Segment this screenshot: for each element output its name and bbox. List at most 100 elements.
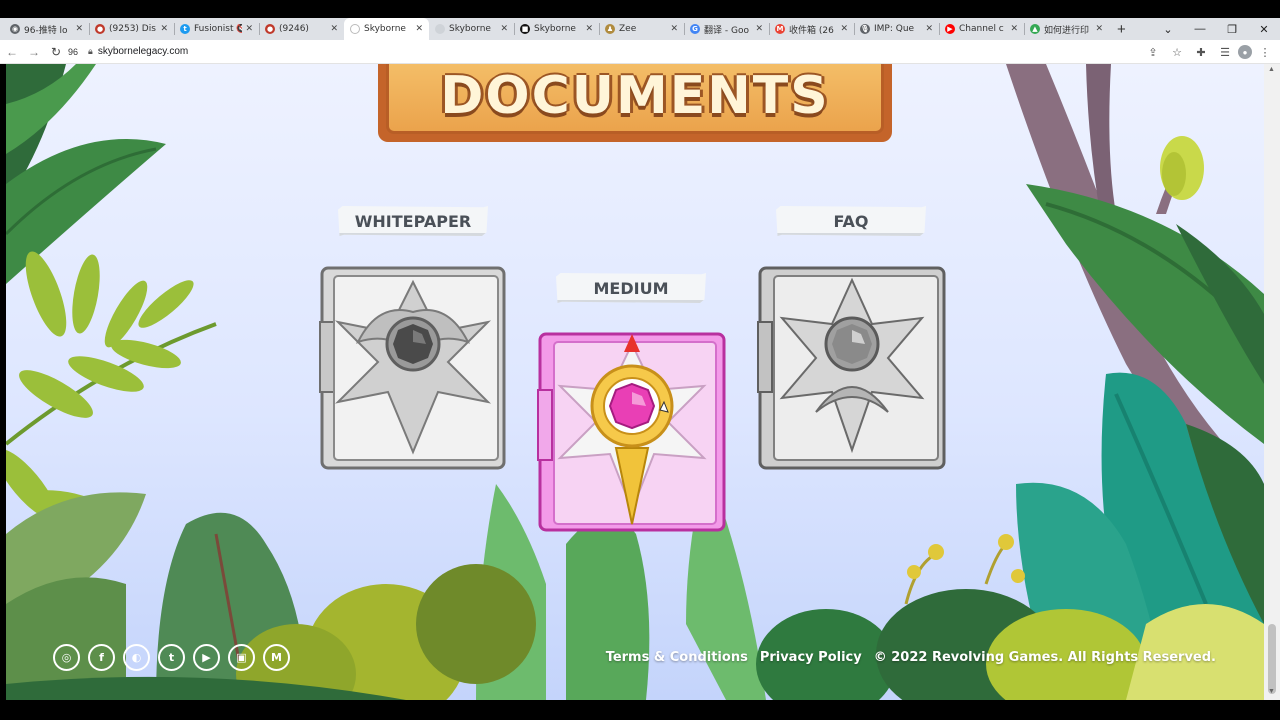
lock-icon[interactable]: 🔒︎ — [88, 46, 93, 57]
tab-favicon-icon: G — [690, 24, 700, 34]
tab-close-icon[interactable]: ✕ — [245, 24, 253, 34]
new-tab-button[interactable]: + — [1109, 18, 1134, 40]
documents-banner: DOCUMENTS — [378, 64, 892, 142]
scrollbar-thumb[interactable] — [1268, 624, 1276, 694]
restore-button[interactable]: ❐ — [1216, 18, 1248, 40]
browser-tab[interactable]: ▲ 如何进行印 ✕ — [1024, 18, 1109, 40]
twitter-icon[interactable]: t — [158, 644, 185, 671]
medium-label[interactable]: MEDIUM — [556, 273, 706, 303]
tab-close-icon[interactable]: ✕ — [670, 24, 678, 34]
browser-menu-icon[interactable]: ⋮ — [1254, 41, 1276, 63]
tab-close-icon[interactable]: ✕ — [75, 24, 83, 34]
tab-favicon-icon — [350, 24, 360, 34]
tab-favicon-icon — [435, 24, 445, 34]
browser-tab[interactable]: Skyborne ✕ — [429, 18, 514, 40]
browser-tab[interactable]: 🎙 IMP: Que ✕ — [854, 18, 939, 40]
whitepaper-label[interactable]: WHITEPAPER — [338, 206, 488, 236]
browser-tab[interactable]: Skyborne ✕ — [344, 18, 429, 40]
tab-label: 如何进行印 — [1044, 25, 1090, 36]
tab-label: Skyborne — [364, 24, 406, 34]
browser-tab[interactable]: ♟ Zee ✕ — [599, 18, 684, 40]
browser-tab[interactable]: ◉ 96-推特 lo ✕ — [4, 18, 89, 40]
browser-tab[interactable]: ▶ Channel c ✕ — [939, 18, 1024, 40]
screen-bottom-bar — [0, 700, 1280, 720]
footer-links: Terms & Conditions Privacy Policy © 2022… — [606, 650, 1216, 665]
reading-list-icon[interactable]: ☰ — [1214, 41, 1236, 63]
tab-favicon-icon: ● — [265, 24, 275, 34]
scroll-down-arrow-icon[interactable]: ▼ — [1268, 688, 1275, 695]
scroll-up-arrow-icon[interactable]: ▲ — [1268, 66, 1275, 73]
facebook-icon[interactable]: f — [88, 644, 115, 671]
tab-favicon-icon: ■ — [520, 24, 530, 34]
faq-book-link[interactable] — [756, 262, 948, 472]
social-links: ◎ f ◐ t ▶ ▣ M — [53, 644, 290, 671]
tab-close-icon[interactable]: ✕ — [925, 24, 933, 34]
instagram-icon[interactable]: ◎ — [53, 644, 80, 671]
browser-tab[interactable]: G 翻译 - Goo ✕ — [684, 18, 769, 40]
whitepaper-book-link[interactable] — [318, 262, 508, 472]
forward-button[interactable]: → — [24, 42, 44, 62]
medium-icon[interactable]: M — [263, 644, 290, 671]
screen-top-bar — [0, 0, 1280, 18]
faq-book-icon — [757, 266, 946, 470]
tab-label: Skyborne — [449, 24, 491, 34]
tab-close-icon[interactable]: ✕ — [330, 24, 338, 34]
minimize-button[interactable]: — — [1184, 18, 1216, 40]
profile-avatar[interactable]: ● — [1238, 45, 1252, 59]
tab-favicon-icon: t — [180, 24, 190, 34]
twitch-icon[interactable]: ▣ — [228, 644, 255, 671]
tab-favicon-icon: ♟ — [605, 24, 615, 34]
tab-label: Skyborne — [534, 24, 576, 34]
browser-tab[interactable]: M 收件箱 (26 ✕ — [769, 18, 854, 40]
medium-book-link[interactable] — [536, 330, 728, 534]
tab-favicon-icon: ◉ — [10, 24, 20, 34]
tab-close-icon[interactable]: ✕ — [1010, 24, 1018, 34]
terms-link[interactable]: Terms & Conditions — [606, 650, 748, 665]
tab-label: Fusionist 🔇 — [194, 24, 243, 34]
tab-close-icon[interactable]: ✕ — [415, 24, 423, 34]
tab-close-icon[interactable]: ✕ — [1095, 24, 1103, 34]
tab-label: Channel c — [959, 24, 1004, 34]
tab-close-icon[interactable]: ✕ — [840, 24, 848, 34]
browser-tab[interactable]: ● (9253) Dis ✕ — [89, 18, 174, 40]
window-controls: ⌄ — ❐ ✕ — [1152, 18, 1280, 40]
page-title: DOCUMENTS — [440, 66, 830, 126]
tab-close-icon[interactable]: ✕ — [500, 24, 508, 34]
tab-label: (9246) — [279, 24, 309, 34]
tab-favicon-icon: ▶ — [945, 24, 955, 34]
tab-label: IMP: Que — [874, 24, 915, 34]
tab-label: 翻译 - Goo — [704, 25, 749, 36]
tab-label: 96-推特 lo — [24, 25, 68, 36]
back-button[interactable]: ← — [2, 42, 22, 62]
page-viewport: DOCUMENTS WHITEPAPER MEDIUM FAQ ◎ f ◐ t … — [6, 64, 1264, 700]
share-icon[interactable]: ⇪ — [1142, 41, 1164, 63]
youtube-icon[interactable]: ▶ — [193, 644, 220, 671]
browser-tab[interactable]: ● (9246) ✕ — [259, 18, 344, 40]
zoom-indicator[interactable]: 96 — [68, 47, 78, 57]
page-scrollbar[interactable]: ▲ ▼ — [1264, 64, 1280, 700]
tab-favicon-icon: ▲ — [1030, 24, 1040, 34]
privacy-link[interactable]: Privacy Policy — [760, 650, 862, 665]
whitepaper-book-icon — [319, 266, 506, 470]
discord-icon[interactable]: ◐ — [123, 644, 150, 671]
tab-search-icon[interactable]: ⌄ — [1152, 18, 1184, 40]
tab-strip: ◉ 96-推特 lo ✕ ● (9253) Dis ✕ t Fusionist 🔇 ✕ ● (924… — [0, 18, 1280, 40]
extensions-icon[interactable]: ✚ — [1190, 41, 1212, 63]
medium-book-icon — [537, 332, 726, 532]
close-window-button[interactable]: ✕ — [1248, 18, 1280, 40]
tab-favicon-icon: ● — [95, 24, 105, 34]
tab-label: Zee — [619, 24, 637, 34]
reload-button[interactable]: ↻ — [46, 42, 66, 62]
faq-label[interactable]: FAQ — [776, 206, 926, 236]
browser-tab[interactable]: ■ Skyborne ✕ — [514, 18, 599, 40]
copyright-text: © 2022 Revolving Games. All Rights Reser… — [873, 650, 1216, 665]
tab-label: (9253) Dis — [109, 24, 156, 34]
tab-label: 收件箱 (26 — [789, 25, 834, 36]
browser-tab[interactable]: t Fusionist 🔇 ✕ — [174, 18, 259, 40]
tab-close-icon[interactable]: ✕ — [160, 24, 168, 34]
address-bar: ← → ↻ 96 🔒︎ skybornelegacy.com ⇪ ☆ ✚ ☰ ●… — [0, 40, 1280, 64]
bookmark-star-icon[interactable]: ☆ — [1166, 41, 1188, 63]
tab-close-icon[interactable]: ✕ — [755, 24, 763, 34]
url-text[interactable]: skybornelegacy.com — [98, 46, 188, 57]
tab-close-icon[interactable]: ✕ — [585, 24, 593, 34]
